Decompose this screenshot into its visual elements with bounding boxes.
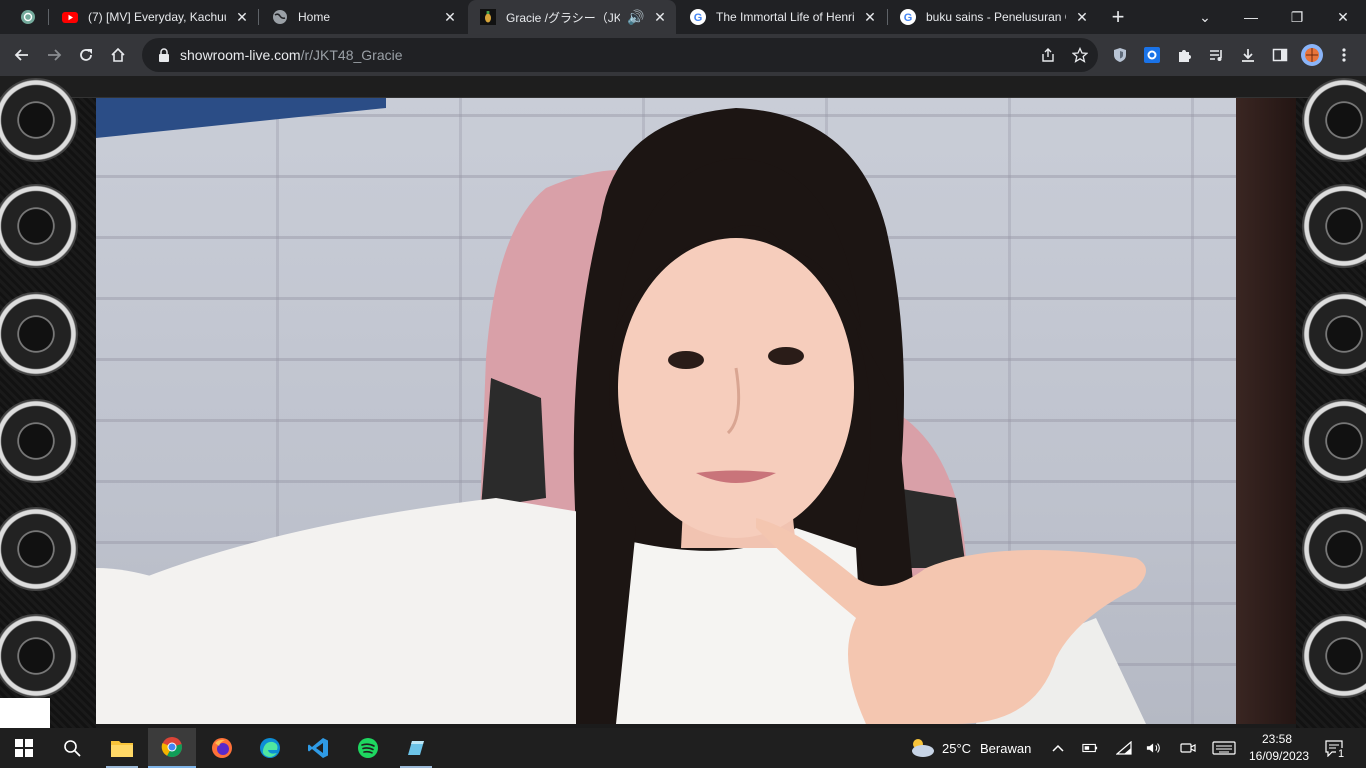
tab-title: The Immortal Life of Henrietta <box>716 10 854 24</box>
new-tab-button[interactable]: + <box>1102 0 1134 34</box>
url-domain: showroom-live.com <box>180 47 301 63</box>
home-button[interactable] <box>102 39 134 71</box>
search-icon[interactable] <box>48 728 96 768</box>
showroom-icon <box>480 9 496 25</box>
tab-search-chevron-icon[interactable]: ⌄ <box>1182 0 1228 34</box>
close-tab-icon[interactable]: ✕ <box>652 9 668 25</box>
address-bar[interactable]: showroom-live.com/r/JKT48_Gracie <box>142 38 1098 72</box>
back-button[interactable] <box>6 39 38 71</box>
lock-icon[interactable] <box>156 48 172 62</box>
close-tab-icon[interactable]: ✕ <box>234 9 250 25</box>
url-text: showroom-live.com/r/JKT48_Gracie <box>180 47 403 63</box>
page-content <box>0 76 1366 728</box>
tab-title: buku sains - Penelusuran Google <box>926 10 1066 24</box>
keyboard-icon[interactable] <box>1212 740 1236 756</box>
restore-button[interactable]: ❐ <box>1274 0 1320 34</box>
close-tab-icon[interactable]: ✕ <box>442 9 458 25</box>
google-icon: G <box>900 9 916 25</box>
weather-cloud-icon[interactable] <box>908 736 936 760</box>
start-button[interactable] <box>0 728 48 768</box>
overlay-box <box>0 698 50 728</box>
more-menu-icon[interactable] <box>1328 39 1360 71</box>
meet-now-icon[interactable] <box>1180 740 1196 756</box>
speaker-frame-left <box>0 78 96 728</box>
streamer-figure <box>96 108 1146 724</box>
tab-buku-sains[interactable]: G buku sains - Penelusuran Google ✕ <box>888 0 1098 34</box>
notification-count-badge: 1 <box>1336 748 1347 760</box>
edge-icon[interactable] <box>246 728 294 768</box>
globe-icon <box>272 9 288 25</box>
chevron-up-icon[interactable] <box>1050 740 1066 756</box>
weather-temp[interactable]: 25°C <box>942 741 971 756</box>
weather-desc[interactable]: Berawan <box>980 741 1031 756</box>
close-window-button[interactable]: ✕ <box>1320 0 1366 34</box>
tab-showroom[interactable]: Gracie /グラシー（JKT48） 🔊 ✕ <box>468 0 676 34</box>
tab-title: Gracie /グラシー（JKT48） <box>506 10 620 25</box>
gear-extension-icon[interactable] <box>1136 39 1168 71</box>
share-icon[interactable] <box>1040 47 1056 63</box>
chatgpt-icon <box>20 9 36 25</box>
svg-text:G: G <box>904 12 913 24</box>
svg-text:G: G <box>694 12 703 24</box>
bookmark-star-icon[interactable] <box>1072 47 1088 63</box>
tab-henrietta[interactable]: G The Immortal Life of Henrietta ✕ <box>678 0 886 34</box>
notes-app-icon[interactable] <box>392 728 440 768</box>
live-stream-video[interactable] <box>96 98 1296 724</box>
youtube-icon <box>62 9 78 25</box>
vscode-icon[interactable] <box>294 728 342 768</box>
browser-tab-strip: (7) [MV] Everyday, Kachuusha ✕ Home ✕ Gr… <box>0 0 1366 34</box>
firefox-icon[interactable] <box>198 728 246 768</box>
reload-button[interactable] <box>70 39 102 71</box>
browser-toolbar: showroom-live.com/r/JKT48_Gracie <box>0 34 1366 76</box>
battery-icon[interactable] <box>1082 740 1098 756</box>
tab-youtube[interactable]: (7) [MV] Everyday, Kachuusha ✕ <box>50 0 258 34</box>
download-icon[interactable] <box>1232 39 1264 71</box>
wifi-icon[interactable] <box>1116 740 1132 756</box>
volume-icon[interactable] <box>1146 740 1162 756</box>
profile-avatar[interactable] <box>1296 39 1328 71</box>
tab-title: Home <box>298 10 331 24</box>
tab-title: (7) [MV] Everyday, Kachuusha <box>88 10 226 24</box>
page-header-bar <box>0 76 1366 98</box>
spotify-icon[interactable] <box>344 728 392 768</box>
speaker-frame-right <box>1296 78 1366 728</box>
media-control-icon[interactable] <box>1200 39 1232 71</box>
side-panel-icon[interactable] <box>1264 39 1296 71</box>
shield-extension-icon[interactable] <box>1104 39 1136 71</box>
clock-date[interactable]: 16/09/2023 <box>1249 749 1309 763</box>
windows-taskbar: 25°C Berawan 23:58 16/09/2023 1 <box>0 728 1366 768</box>
close-tab-icon[interactable]: ✕ <box>1074 9 1090 25</box>
clock-time[interactable]: 23:58 <box>1262 732 1292 746</box>
file-explorer-icon[interactable] <box>98 728 146 768</box>
google-icon: G <box>690 9 706 25</box>
minimize-button[interactable]: — <box>1228 0 1274 34</box>
tab-home[interactable]: Home ✕ <box>260 0 466 34</box>
speaker-icon[interactable]: 🔊 <box>627 9 644 25</box>
forward-button[interactable] <box>38 39 70 71</box>
close-tab-icon[interactable]: ✕ <box>862 9 878 25</box>
url-path: /r/JKT48_Gracie <box>300 47 403 63</box>
tab-chatgpt[interactable] <box>8 0 48 34</box>
extensions-puzzle-icon[interactable] <box>1168 39 1200 71</box>
chrome-icon[interactable] <box>148 728 196 768</box>
